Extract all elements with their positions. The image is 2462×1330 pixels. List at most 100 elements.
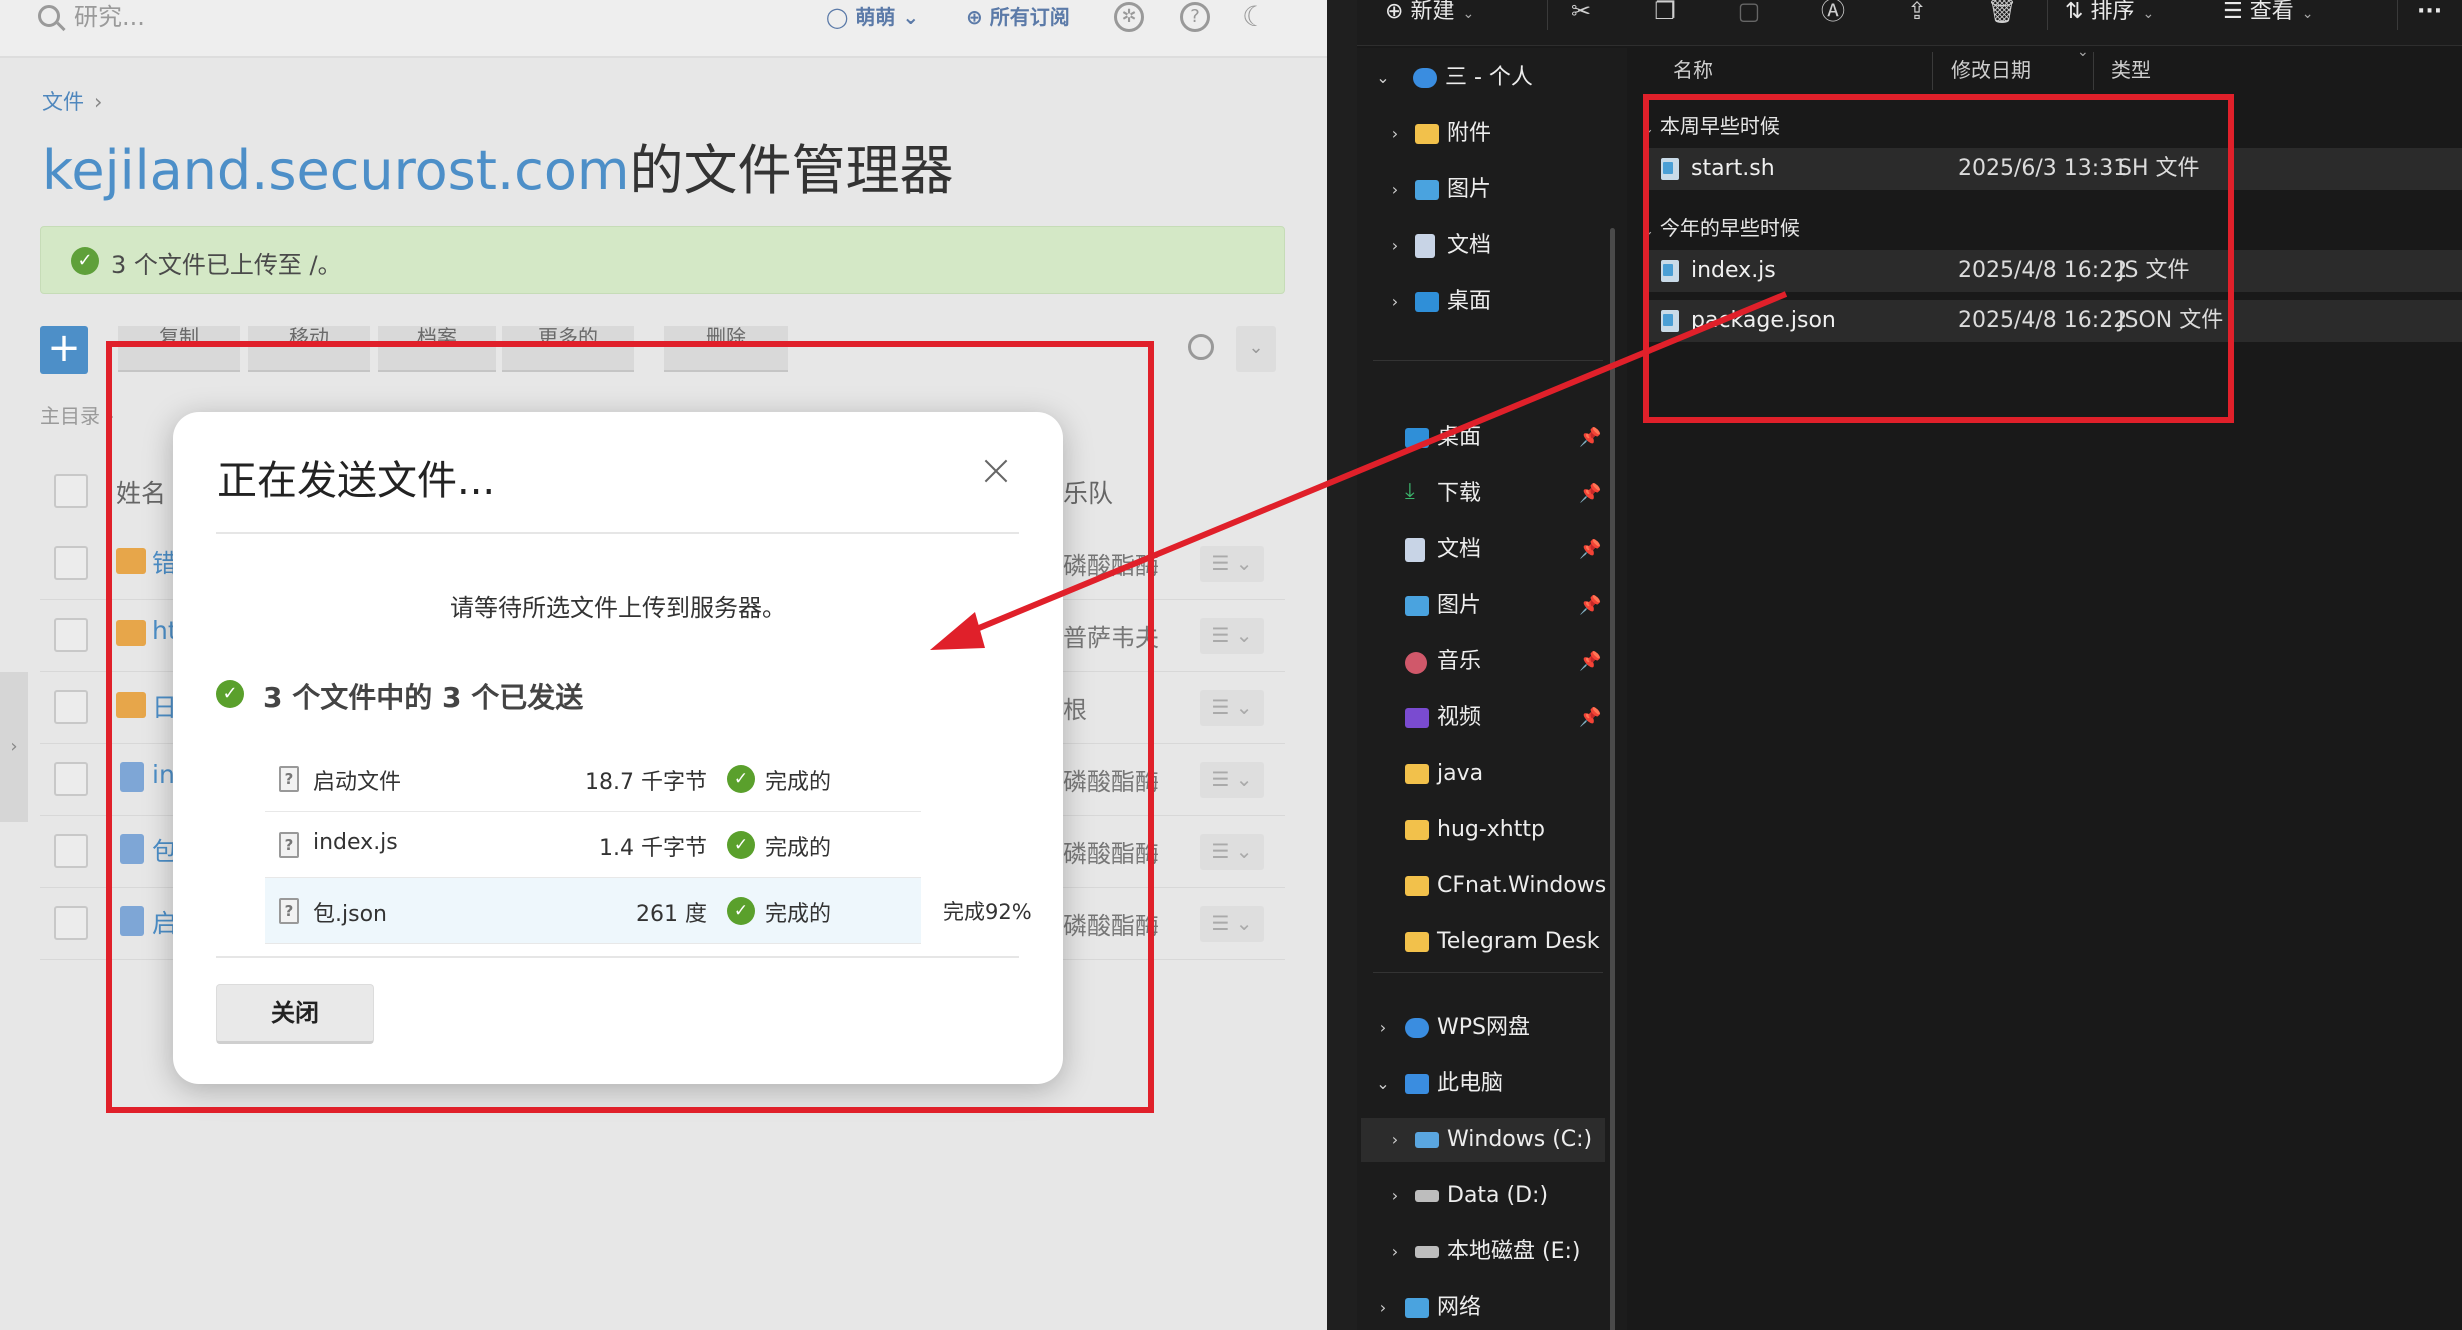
upload-file-name: index.js [313, 830, 398, 855]
nav-scrollbar[interactable] [1610, 228, 1615, 1330]
row-menu-button[interactable]: ☰ ⌄ [1200, 762, 1264, 798]
cut-icon[interactable]: ✂ [1567, 0, 1595, 26]
column-header-name[interactable]: 名称 [1633, 48, 1933, 92]
user-menu[interactable]: ◯ 萌萌 ⌄ [826, 0, 919, 34]
nav-quick-access-item[interactable]: CFnat.Windows [1361, 864, 1606, 908]
pin-icon[interactable]: 📌 [1579, 472, 1601, 516]
nav-quick-access-item[interactable]: 桌面 📌 [1361, 416, 1605, 460]
row-menu-button[interactable]: ☰ ⌄ [1200, 690, 1264, 726]
rename-icon[interactable]: Ⓐ [1819, 0, 1847, 26]
select-all-checkbox[interactable] [54, 474, 88, 508]
file-list: 名称 修改日期 ⌄ 类型 ⌄ 本周早些时候 start.sh 2025/6/3 13:… [1633, 44, 2462, 1330]
column-header-band[interactable]: 乐队 [1063, 474, 1113, 510]
view-dropdown[interactable]: ⌄ [1236, 326, 1276, 372]
nav-onedrive-child[interactable]: › 图片 [1361, 168, 1605, 212]
chevron-right-icon[interactable]: › [1385, 1174, 1405, 1218]
column-header-type[interactable]: 类型 [2099, 48, 2219, 92]
nav-drive[interactable]: › Data (D:) [1361, 1174, 1605, 1218]
file-type: JS 文件 [2118, 258, 2190, 283]
pin-icon[interactable]: 📌 [1579, 528, 1601, 572]
paste-icon[interactable]: ▢ [1735, 0, 1763, 26]
row-menu-button[interactable]: ☰ ⌄ [1200, 618, 1264, 654]
row-menu-button[interactable]: ☰ ⌄ [1200, 906, 1264, 942]
nav-quick-access-item[interactable]: 图片 📌 [1361, 584, 1605, 628]
row-band: 磷酸酯酶 [1063, 552, 1159, 580]
chevron-right-icon[interactable]: › [1385, 224, 1405, 268]
chevron-right-icon[interactable]: › [1385, 280, 1405, 324]
column-header-date[interactable]: 修改日期 [1939, 48, 2089, 92]
row-checkbox[interactable] [54, 546, 88, 580]
subscriptions-link[interactable]: ⊕ 所有订阅 [966, 0, 1070, 34]
delete-button[interactable]: 删除 [664, 326, 788, 372]
settings-icon[interactable]: ✲ [1114, 2, 1144, 32]
delete-icon[interactable]: 🗑 [1987, 0, 2017, 26]
row-checkbox[interactable] [54, 762, 88, 796]
theme-moon-icon[interactable]: ☾ [1242, 0, 1267, 33]
top-bar: 研究... ◯ 萌萌 ⌄ ⊕ 所有订阅 ✲ ? ☾ [0, 0, 1327, 58]
nav-quick-access-item[interactable]: hug-xhttp [1361, 808, 1605, 852]
nav-this-pc[interactable]: ⌄ 此电脑 [1361, 1062, 1605, 1106]
pin-icon[interactable]: 📌 [1579, 584, 1601, 628]
group-header[interactable]: ⌄ 今年的早些时候 [1643, 208, 1800, 248]
file-row[interactable]: start.sh 2025/6/3 13:31 SH 文件 [1649, 148, 2462, 190]
group-header[interactable]: ⌄ 本周早些时候 [1643, 106, 1780, 146]
chevron-right-icon[interactable]: › [1373, 1286, 1393, 1330]
nav-quick-access-item[interactable]: 视频 📌 [1361, 696, 1605, 740]
nav-drive[interactable]: › 本地磁盘 (E:) [1361, 1230, 1605, 1274]
chevron-right-icon[interactable]: › [1385, 112, 1405, 156]
pin-icon[interactable]: 📌 [1579, 416, 1601, 460]
row-checkbox[interactable] [54, 906, 88, 940]
nav-quick-access-item[interactable]: java [1361, 752, 1605, 796]
nav-quick-access-item[interactable]: ⤓ 下载 📌 [1361, 472, 1605, 516]
nav-onedrive[interactable]: ⌄ 三 - 个人 [1361, 56, 1605, 100]
chevron-right-icon[interactable]: › [1385, 1118, 1405, 1162]
row-name[interactable]: in [152, 760, 175, 789]
copy-icon[interactable]: ❐ [1651, 0, 1679, 26]
row-menu-button[interactable]: ☰ ⌄ [1200, 834, 1264, 870]
copy-button[interactable]: 复制 [118, 326, 240, 372]
help-icon[interactable]: ? [1180, 2, 1210, 32]
sidebar-toggle[interactable]: › [0, 672, 28, 822]
row-checkbox[interactable] [54, 618, 88, 652]
nav-onedrive-child[interactable]: › 附件 [1361, 112, 1605, 156]
chevron-down-icon[interactable]: ⌄ [1373, 56, 1393, 100]
close-button[interactable]: 关闭 [216, 984, 374, 1044]
nav-network[interactable]: › 网络 [1361, 1286, 1605, 1330]
chevron-down-icon[interactable]: ⌄ [1643, 224, 1654, 239]
nav-quick-access-item[interactable]: Telegram Desk [1361, 920, 1605, 964]
nav-drive[interactable]: › Windows (C:) [1361, 1118, 1605, 1162]
chevron-right-icon[interactable]: › [1385, 1230, 1405, 1274]
view-button[interactable]: ☰ 查看 ⌄ [2223, 0, 2313, 28]
nav-onedrive-child[interactable]: › 文档 [1361, 224, 1605, 268]
chevron-right-icon[interactable]: › [1385, 168, 1405, 212]
search-input[interactable]: 研究... [38, 0, 298, 34]
nav-quick-access-item[interactable]: 音乐 📌 [1361, 640, 1605, 684]
breadcrumb[interactable]: 文件 › [42, 86, 102, 116]
table-search-button[interactable] [1180, 326, 1224, 372]
column-header-name[interactable]: 姓名 [116, 474, 166, 510]
nav-quick-access-item[interactable]: 文档 📌 [1361, 528, 1605, 572]
row-checkbox[interactable] [54, 834, 88, 868]
file-row[interactable]: package.json 2025/4/8 16:22 JSON 文件 [1649, 300, 2462, 342]
nav-wps[interactable]: › WPS网盘 [1361, 1006, 1605, 1050]
nav-onedrive-child[interactable]: › 桌面 [1361, 280, 1605, 324]
move-button[interactable]: 移动 [248, 326, 370, 372]
add-button[interactable]: + [40, 326, 88, 374]
chevron-down-icon[interactable]: ⌄ [1643, 122, 1654, 137]
chevron-down-icon[interactable]: ⌄ [1373, 1062, 1393, 1106]
chevron-right-icon[interactable]: › [1373, 1006, 1393, 1050]
share-icon[interactable]: ⇪ [1903, 0, 1931, 26]
drive-icon [1415, 1190, 1439, 1202]
pin-icon[interactable]: 📌 [1579, 640, 1601, 684]
row-menu-button[interactable]: ☰ ⌄ [1200, 546, 1264, 582]
more-button[interactable]: 更多的 [502, 326, 634, 372]
archive-button[interactable]: 档案 [378, 326, 496, 372]
row-checkbox[interactable] [54, 690, 88, 724]
close-icon[interactable] [983, 458, 1009, 484]
new-button[interactable]: ⊕ 新建 ⌄ [1385, 0, 1474, 28]
sort-button[interactable]: ⇅ 排序 ⌄ [2065, 0, 2154, 28]
home-breadcrumb[interactable]: 主目录 › [40, 400, 114, 429]
more-options-button[interactable]: ··· [2417, 0, 2442, 28]
file-row[interactable]: index.js 2025/4/8 16:22 JS 文件 [1649, 250, 2462, 292]
pin-icon[interactable]: 📌 [1579, 696, 1601, 740]
